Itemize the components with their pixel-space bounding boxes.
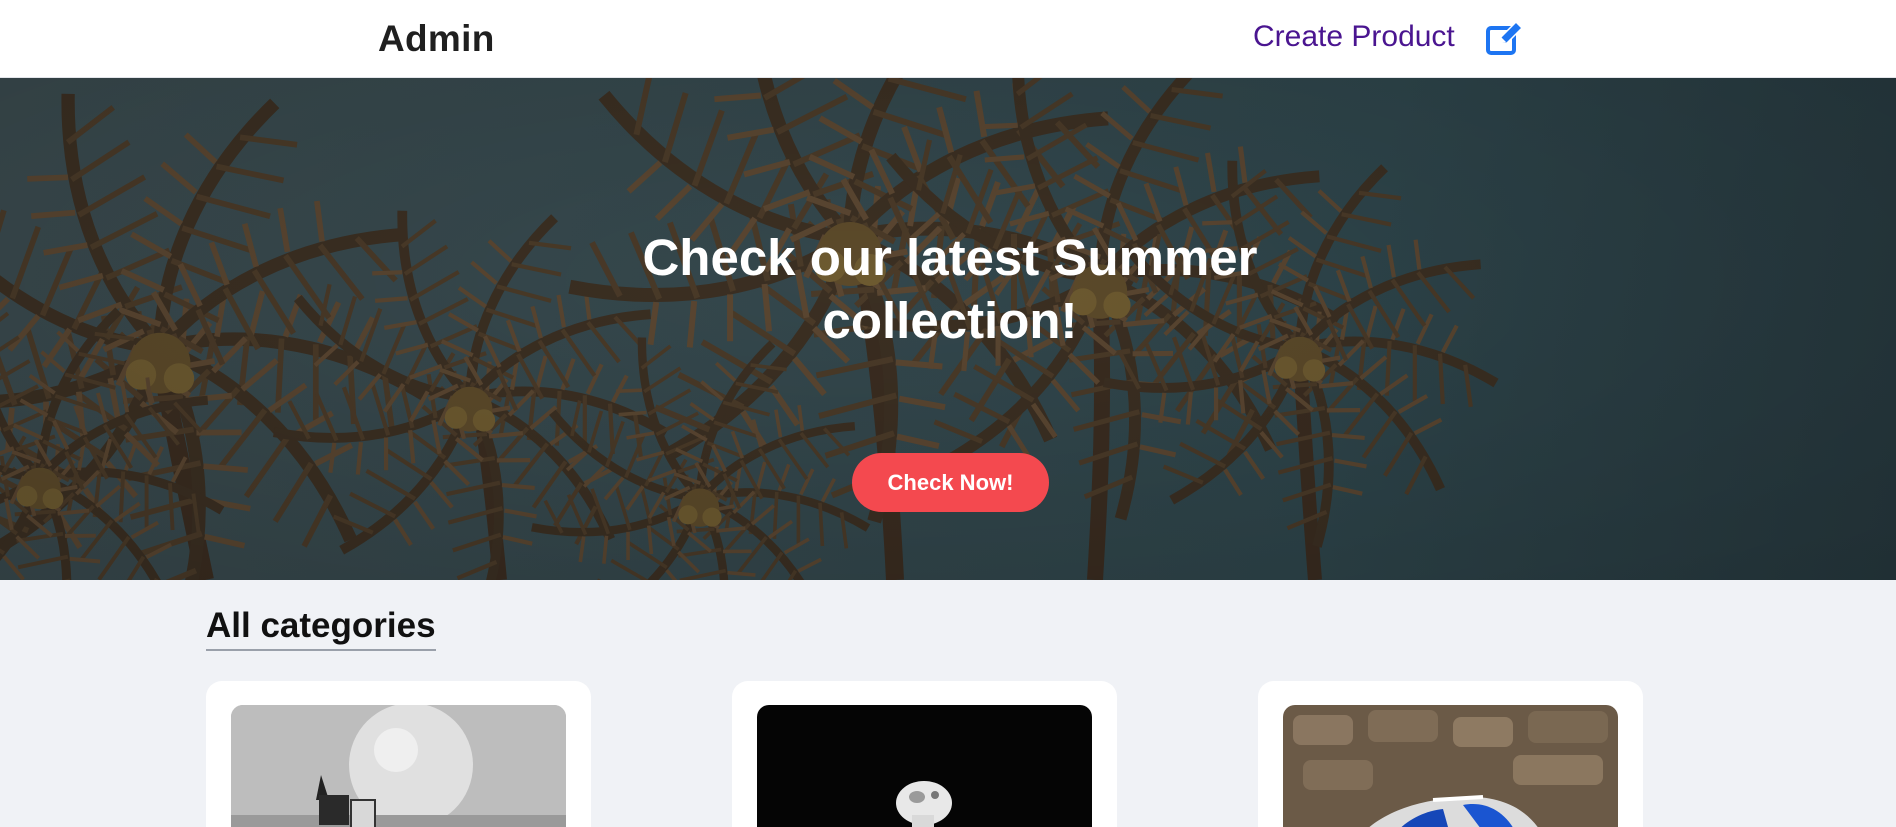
check-now-button[interactable]: Check Now! [852, 453, 1049, 512]
brand-logo[interactable]: Admin [378, 18, 495, 60]
category-card[interactable] [732, 681, 1117, 827]
top-navbar: Admin Create Product [0, 0, 1896, 78]
category-image[interactable] [1283, 705, 1618, 827]
all-categories-heading: All categories [206, 606, 436, 651]
hero-title: Check our latest Summer collection! [642, 229, 1258, 349]
category-card[interactable] [206, 681, 591, 827]
hero-banner: Check our latest Summer collection! Chec… [0, 78, 1896, 580]
edit-icon[interactable] [1485, 20, 1525, 56]
create-product-link[interactable]: Create Product [1253, 20, 1455, 54]
category-card[interactable] [1258, 681, 1643, 827]
category-image[interactable] [757, 705, 1092, 827]
category-image[interactable] [231, 705, 566, 827]
